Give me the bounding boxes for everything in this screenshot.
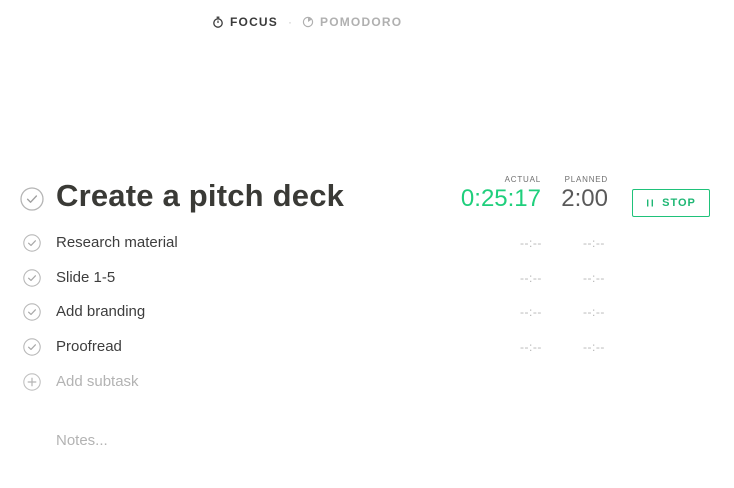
subtask-label[interactable]: Slide 1-5 <box>56 269 115 286</box>
subtask-actual-time: --:-- <box>520 340 542 355</box>
pause-icon <box>647 199 654 207</box>
subtask-actual-time: --:-- <box>520 305 542 320</box>
subtask-list: Research material --:-- --:-- Slide 1-5 … <box>0 226 734 365</box>
subtask-check-icon[interactable] <box>23 234 41 252</box>
actual-caption: ACTUAL <box>504 175 541 184</box>
stopwatch-icon <box>213 16 223 28</box>
plus-circle-icon <box>23 373 41 391</box>
subtask-planned-time[interactable]: --:-- <box>583 305 605 319</box>
actual-time-value: 0:25:17 <box>460 185 541 212</box>
mode-focus[interactable]: FOCUS <box>212 15 278 29</box>
add-subtask-button[interactable]: Add subtask <box>0 366 400 398</box>
stop-label: STOP <box>662 197 696 209</box>
subtask-label[interactable]: Proofread <box>56 338 122 355</box>
planned-time-value[interactable]: 2:00 <box>561 185 608 213</box>
stop-button[interactable]: STOP <box>632 189 710 217</box>
notes-input[interactable] <box>56 432 556 449</box>
planned-timer: PLANNED 2:00 <box>561 175 608 213</box>
pomodoro-timer-icon <box>302 16 314 28</box>
subtask-label[interactable]: Add branding <box>56 303 145 320</box>
task-title[interactable]: Create a pitch deck <box>56 178 344 214</box>
subtask-row: Proofread --:-- --:-- <box>0 330 734 365</box>
planned-caption: PLANNED <box>564 175 608 184</box>
subtask-row: Add branding --:-- --:-- <box>0 295 734 330</box>
subtask-row: Research material --:-- --:-- <box>0 226 734 261</box>
mode-focus-label: FOCUS <box>230 15 278 29</box>
subtask-check-icon[interactable] <box>23 268 41 287</box>
subtask-check-icon[interactable] <box>23 338 41 356</box>
mode-switcher: FOCUS · POMODORO <box>212 12 402 32</box>
subtask-planned-time[interactable]: --:-- <box>583 340 605 354</box>
subtask-planned-time[interactable]: --:-- <box>583 271 605 285</box>
subtask-row: Slide 1-5 --:-- --:-- <box>0 261 734 296</box>
add-subtask-label: Add subtask <box>56 373 139 390</box>
subtask-planned-time[interactable]: --:-- <box>583 236 605 250</box>
task-complete-checkbox[interactable] <box>20 187 44 211</box>
actual-timer: ACTUAL 0:25:17 <box>461 175 541 213</box>
subtask-actual-time: --:-- <box>520 236 542 250</box>
mode-separator: · <box>288 15 292 29</box>
subtask-label[interactable]: Research material <box>56 234 178 251</box>
mode-pomodoro[interactable]: POMODORO <box>302 15 402 29</box>
mode-pomodoro-label: POMODORO <box>320 15 403 29</box>
subtask-check-icon[interactable] <box>23 303 41 322</box>
subtask-actual-time: --:-- <box>520 270 542 285</box>
